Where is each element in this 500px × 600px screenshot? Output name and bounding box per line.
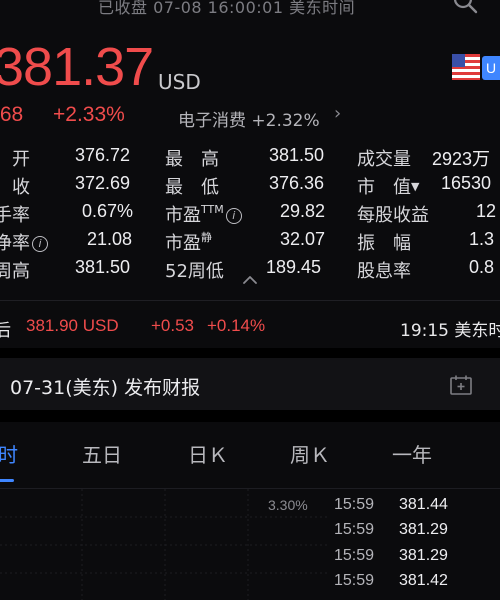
stat-value: 189.45 [266,257,322,277]
stat-label: 振 幅 [357,233,411,254]
tab-weekly-k[interactable]: 周Ｋ [290,439,330,468]
after-hours-change: +0.53 [151,316,195,335]
market-cap-toggle[interactable]: 市 值▼ [357,173,419,199]
pe-ttm-label: 市盈TTM i [165,201,242,227]
stat-label: 手率 [0,205,30,226]
after-hours-price: 381.90 USD [26,316,119,335]
section-gap [0,410,500,422]
search-icon[interactable] [452,0,478,14]
pe-static-label: 市盈静 [165,229,212,255]
after-hours-time: 19:15 美东时 [400,321,500,341]
stat-value: 0.8 [469,257,495,277]
earnings-date: 07-31(美东) 发布财报 [10,377,201,399]
stat-value: 381.50 [269,145,325,165]
tick-price: 381.44 [399,496,448,513]
stat-value: 381.50 [75,257,131,277]
tick-price: 381.29 [399,521,448,538]
pb-label: 净率 i [0,229,48,255]
chart-axis-percent: 3.30% [268,497,308,513]
caret-down-icon[interactable]: ▼ [411,180,419,193]
stat-value: 1.3 [469,229,495,249]
info-icon[interactable]: i [225,208,242,224]
sector-chevron-icon[interactable]: › [334,103,341,124]
stat-label: 最 低 [165,177,219,198]
tab-one-year[interactable]: 一年 [392,439,432,468]
stat-value: 372.69 [75,173,131,193]
stat-label: 市盈 [165,205,201,226]
stat-label: 成交量 [357,149,411,170]
tick-time: 15:59 [334,547,375,564]
tab-intraday[interactable]: 时 [0,439,18,468]
stat-label: 开 [12,149,30,170]
tick-price: 381.29 [399,547,448,564]
tick-time: 15:59 [334,521,375,538]
stat-value: 376.72 [75,145,131,165]
stat-value: 12 [476,201,497,221]
stat-label-sup: TTM [201,203,224,216]
stat-label: 每股收益 [357,205,429,226]
calendar-add-icon[interactable] [449,374,473,396]
divider [0,300,500,301]
stat-value: 29.82 [280,201,326,221]
stat-label: 52周低 [165,261,224,282]
stat-label: 最 高 [165,149,219,170]
chevron-up-icon[interactable] [241,274,259,286]
tab-five-day[interactable]: 五日 [82,439,122,468]
tab-daily-k[interactable]: 日Ｋ [188,439,228,468]
price-change: .68 [0,103,24,126]
stat-value: 376.36 [269,173,325,193]
stat-value: 0.67% [82,201,134,221]
sector-link[interactable]: 电子消费 +2.32% [178,106,320,131]
tick-time: 15:59 [334,496,375,513]
stat-label: 周高 [0,261,30,282]
stat-value: 16530 [441,173,492,193]
us-flag-icon [452,54,480,80]
active-tab-indicator [0,479,14,482]
stat-label: 净率 [0,233,30,254]
tick-time: 15:59 [334,572,375,589]
after-hours-change-percent: +0.14% [207,316,266,335]
tick-price: 381.42 [399,572,448,589]
currency-label: USD [158,70,201,94]
market-badge: U [482,56,500,80]
stat-value: 32.07 [280,229,326,249]
market-status: 已收盘 07-08 16:00:01 美东时间 [98,0,356,17]
stat-label: 收 [12,177,30,198]
price-change-percent: +2.33% [53,103,125,126]
after-hours-label: 后 [0,321,11,341]
stat-value: 2923万 [432,149,491,169]
stat-label-sup: 静 [201,231,212,244]
stat-label: 市 值 [357,177,411,198]
section-gap [0,348,500,358]
last-price: 381.37 [0,37,154,97]
info-icon[interactable]: i [32,236,48,252]
stat-label: 股息率 [357,261,411,282]
stat-label: 市盈 [165,233,201,254]
stat-value: 21.08 [87,229,133,249]
